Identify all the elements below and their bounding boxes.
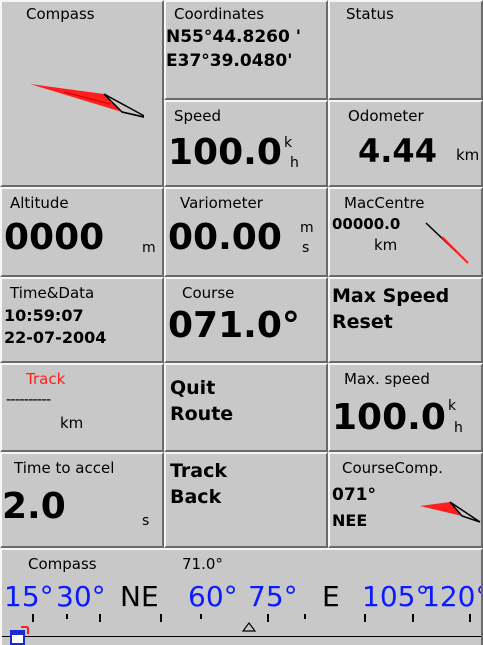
time-value: 10:59:07 <box>4 306 84 325</box>
track-unit: km <box>60 414 84 432</box>
course-comp-value: 071° <box>332 485 376 505</box>
quit-route-line1: Quit <box>170 377 216 399</box>
latitude-value: N55°44.8260 ' <box>166 27 301 47</box>
maccentre-label: MacCentre <box>344 194 425 212</box>
time-data-panel[interactable]: Time&Data 10:59:07 22-07-2004 <box>0 277 164 363</box>
compass-tick <box>200 614 202 619</box>
compass-mark: 105° <box>362 580 430 613</box>
speed-value: 100.0 <box>168 132 282 173</box>
maccentre-value: 00000.0 <box>332 215 401 233</box>
speed-unit-top: k <box>284 135 293 151</box>
compass-mark: 75° <box>248 580 298 613</box>
speed-label: Speed <box>174 107 222 125</box>
altitude-panel[interactable]: Altitude 0000 m <box>0 187 164 277</box>
window-restore-icon[interactable] <box>10 626 30 645</box>
quit-route-button[interactable]: Quit Route <box>164 363 328 452</box>
odometer-panel[interactable]: Odometer 4.44 km <box>328 100 483 187</box>
variometer-panel[interactable]: Variometer 00.00 m s <box>164 187 328 277</box>
max-speed-reset-line2: Reset <box>332 311 393 333</box>
dashboard-grid: Coordinates N55°44.8260 ' E37°39.0480' C… <box>0 0 483 548</box>
variometer-value: 00.00 <box>168 217 282 258</box>
track-back-line1: Track <box>170 460 227 482</box>
course-comp-panel[interactable]: CourseComp. 071° NEE <box>328 452 483 548</box>
altitude-value: 0000 <box>4 217 105 258</box>
compass-tick <box>364 614 366 622</box>
altitude-unit: m <box>142 240 156 256</box>
compass-panel[interactable]: Compass <box>0 0 164 187</box>
max-speed-reset-button[interactable]: Max Speed Reset <box>328 277 483 363</box>
compass-tick <box>469 614 471 622</box>
compass-label: Compass <box>26 5 95 23</box>
compass-tick <box>99 614 101 622</box>
time-data-label: Time&Data <box>10 284 95 302</box>
variometer-unit-top: m <box>300 220 314 236</box>
variometer-unit-bottom: s <box>302 240 310 256</box>
maccentre-unit: km <box>374 236 398 254</box>
date-value: 22-07-2004 <box>4 328 107 347</box>
max-speed-unit-bottom: h <box>454 420 463 436</box>
heading-pointer-icon <box>242 622 256 632</box>
track-value: ---------- <box>6 390 51 408</box>
compass-needle-icon <box>30 84 144 118</box>
course-value: 071.0° <box>168 305 300 346</box>
compass-needle-icon <box>420 501 481 523</box>
compass-mark: 60° <box>188 580 238 613</box>
odometer-value: 4.44 <box>358 132 437 170</box>
compass-strip-label: Compass <box>28 555 97 573</box>
max-speed-value: 100.0 <box>332 397 446 438</box>
compass-strip[interactable]: Compass 71.0° 15° 30° NE 60° 75° E 105° … <box>0 548 483 645</box>
time-to-accel-label: Time to accel <box>14 459 115 477</box>
time-to-accel-panel[interactable]: Time to accel 2.0 s <box>0 452 164 548</box>
compass-mark: 120° <box>422 580 483 613</box>
compass-tick <box>66 614 68 619</box>
maccentre-panel[interactable]: MacCentre 00000.0 km <box>328 187 483 277</box>
compass-mark: 15° <box>4 580 54 613</box>
compass-mark: NE <box>120 580 159 613</box>
compass-tick <box>267 614 269 622</box>
track-label: Track <box>26 370 66 388</box>
track-back-button[interactable]: Track Back <box>164 452 328 548</box>
compass-tick <box>304 614 306 619</box>
speed-panel[interactable]: Speed 100.0 k h <box>164 100 328 187</box>
compass-mark: E <box>322 580 340 613</box>
time-to-accel-value: 2.0 <box>2 486 66 527</box>
compass-tick <box>412 614 414 622</box>
time-to-accel-unit: s <box>142 513 150 529</box>
compass-baseline <box>2 636 481 637</box>
course-panel[interactable]: Course 071.0° <box>164 277 328 363</box>
status-label: Status <box>346 5 394 23</box>
course-label: Course <box>182 284 235 302</box>
altitude-label: Altitude <box>10 194 69 212</box>
max-speed-unit-top: k <box>448 398 457 414</box>
compass-tick <box>160 614 162 622</box>
variometer-label: Variometer <box>180 194 263 212</box>
compass-tick <box>32 614 34 622</box>
coordinates-label: Coordinates <box>174 5 265 23</box>
longitude-value: E37°39.0480' <box>166 51 293 71</box>
odometer-label: Odometer <box>348 107 424 125</box>
max-speed-panel[interactable]: Max. speed 100.0 k h <box>328 363 483 452</box>
compass-heading: 71.0° <box>182 555 223 573</box>
track-panel[interactable]: Track ---------- km <box>0 363 164 452</box>
quit-route-line2: Route <box>170 403 234 425</box>
direction-arrow-icon <box>425 222 469 264</box>
compass-mark: 30° <box>56 580 106 613</box>
coordinates-panel[interactable]: Coordinates N55°44.8260 ' E37°39.0480' <box>164 0 328 100</box>
course-comp-dir: NEE <box>332 511 368 530</box>
course-comp-label: CourseComp. <box>342 459 443 477</box>
status-panel[interactable]: Status <box>328 0 483 100</box>
max-speed-reset-line1: Max Speed <box>332 285 450 307</box>
odometer-unit: km <box>456 146 480 164</box>
speed-unit-bottom: h <box>290 155 299 171</box>
track-back-line2: Back <box>170 486 222 508</box>
max-speed-label: Max. speed <box>344 370 430 388</box>
